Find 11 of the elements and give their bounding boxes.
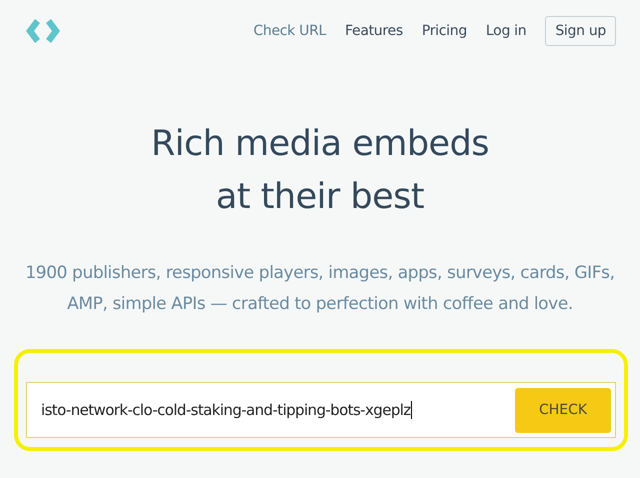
subtitle: 1900 publishers, responsive players, images, apps, surveys, cards, GIFs, AMP, simple APIs — crafted to perfection with coffee and love. <box>24 262 616 316</box>
check-button[interactable]: CHECK <box>515 388 611 432</box>
nav-link[interactable]: Features <box>345 23 403 39</box>
nav-link[interactable]: Pricing <box>422 23 467 39</box>
url-field[interactable]: isto-network-clo-cold-staking-and-tipping-bots-xgeplz CHECK <box>26 382 616 438</box>
sign-up-button[interactable]: Sign up <box>545 16 616 46</box>
nav-link[interactable]: Log in <box>486 23 526 39</box>
headline: at their best <box>216 176 424 219</box>
logo-icon[interactable] <box>25 18 61 44</box>
headline: Rich media embeds <box>150 123 490 166</box>
nav-link[interactable]: Check URL <box>253 23 326 39</box>
